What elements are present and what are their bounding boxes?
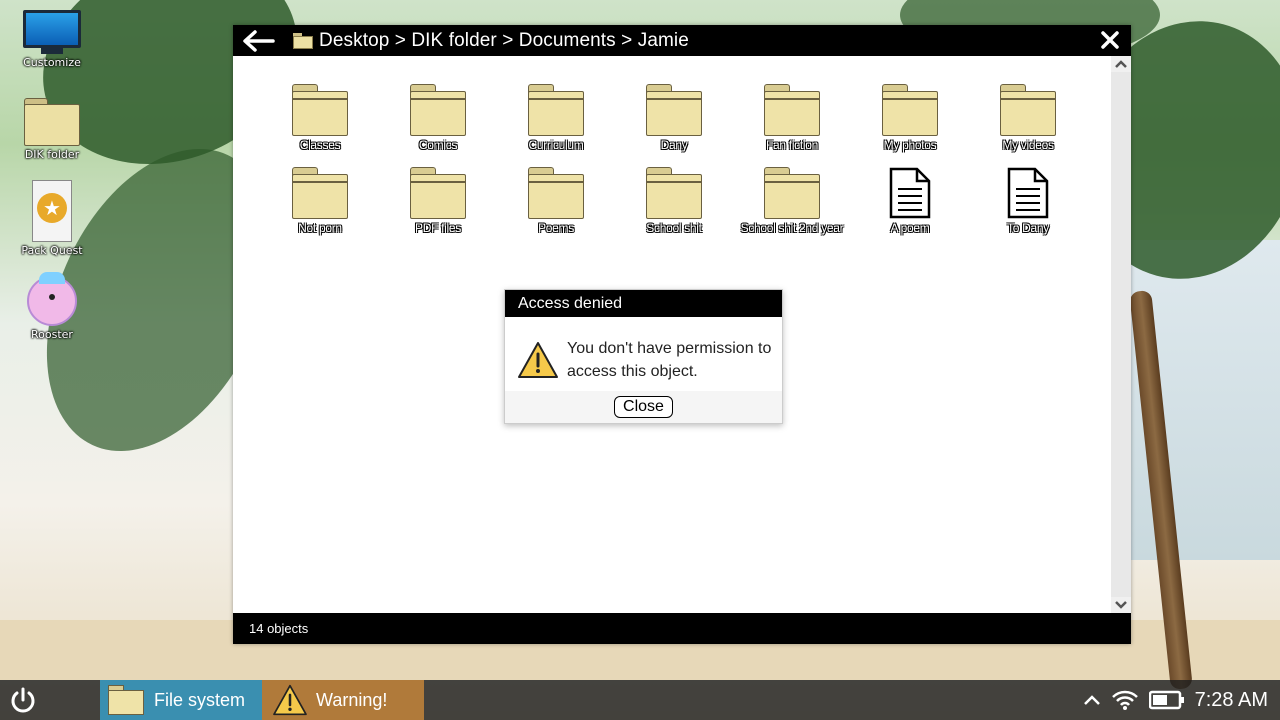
scroll-up-button[interactable]	[1111, 56, 1131, 72]
dialog-title: Access denied	[505, 290, 782, 317]
item-label: Dany	[660, 138, 688, 152]
folder-icon	[293, 32, 313, 49]
folder-item[interactable]: School shit 2nd year	[733, 167, 851, 236]
chevron-down-icon	[1115, 601, 1127, 609]
warning-icon	[273, 684, 307, 716]
desktop-icon-label: Rooster	[31, 328, 73, 341]
item-label: PDF files	[415, 221, 461, 235]
folder-item[interactable]: PDF files	[379, 167, 497, 236]
window-close-button[interactable]	[1097, 27, 1123, 53]
folder-icon	[882, 84, 938, 136]
scroll-down-button[interactable]	[1111, 597, 1131, 613]
file-grid: Classes Comics Curriculum Dany Fan ficti…	[261, 84, 1101, 236]
document-icon	[1007, 167, 1049, 219]
document-icon	[889, 167, 931, 219]
taskbar-item-label: Warning!	[316, 689, 388, 710]
folder-icon	[646, 167, 702, 219]
taskbar: File system Warning! 7:28 AM	[0, 680, 1280, 720]
folder-item[interactable]: Fan fiction	[733, 84, 851, 153]
wifi-icon[interactable]	[1111, 689, 1139, 711]
folder-item[interactable]: Comics	[379, 84, 497, 153]
warning-icon	[518, 342, 558, 378]
folder-icon	[24, 98, 80, 146]
desktop-icon-customize[interactable]: Customize	[8, 10, 96, 69]
chevron-up-icon[interactable]	[1083, 693, 1101, 707]
folder-icon	[646, 84, 702, 136]
folder-icon	[410, 167, 466, 219]
status-bar: 14 objects	[233, 613, 1131, 644]
folder-icon	[410, 84, 466, 136]
folder-icon	[292, 84, 348, 136]
desktop-icon-label: Pack Quest	[21, 244, 83, 257]
power-icon	[11, 687, 35, 713]
folder-icon	[764, 167, 820, 219]
folder-icon	[764, 84, 820, 136]
object-count: 14 objects	[249, 621, 309, 636]
item-label: Poems	[538, 221, 574, 235]
system-tray: 7:28 AM	[1083, 680, 1268, 720]
item-label: Classes	[299, 138, 341, 152]
folder-icon	[292, 167, 348, 219]
item-label: School shit 2nd year	[740, 221, 844, 235]
desktop-icon-rooster[interactable]: Rooster	[8, 272, 96, 341]
folder-icon	[1000, 84, 1056, 136]
breadcrumb: Desktop > DIK folder > Documents > Jamie	[319, 29, 689, 51]
document-item[interactable]: To Dany	[969, 167, 1087, 236]
folder-item[interactable]: My videos	[969, 84, 1087, 153]
clock: 7:28 AM	[1194, 688, 1268, 711]
close-icon	[1101, 31, 1119, 49]
item-label: Comics	[418, 138, 458, 152]
desktop-icon-label: DIK folder	[24, 148, 80, 161]
folder-item[interactable]: Dany	[615, 84, 733, 153]
window-titlebar: Desktop > DIK folder > Documents > Jamie	[233, 25, 1131, 56]
desktop-icon-label: Customize	[23, 56, 81, 69]
dialog-footer: Close	[505, 391, 782, 423]
item-label: A poem	[890, 221, 930, 235]
close-button[interactable]: Close	[614, 396, 673, 418]
document-item[interactable]: A poem	[851, 167, 969, 236]
folder-item[interactable]: Not porn	[261, 167, 379, 236]
folder-item[interactable]: My photos	[851, 84, 969, 153]
folder-item[interactable]: Classes	[261, 84, 379, 153]
taskbar-item-warning[interactable]: Warning!	[262, 680, 424, 720]
battery-icon[interactable]	[1148, 690, 1185, 710]
item-label: My photos	[883, 138, 937, 152]
item-label: Curriculum	[528, 138, 584, 152]
back-button[interactable]	[233, 25, 283, 56]
taskbar-item-file-system[interactable]: File system	[100, 680, 262, 720]
folder-item[interactable]: School shit	[615, 167, 733, 236]
chevron-up-icon	[1115, 60, 1127, 68]
access-denied-dialog: Access denied You don't have permission …	[504, 289, 783, 424]
item-label: To Dany	[1007, 221, 1049, 235]
vertical-scrollbar[interactable]	[1111, 56, 1131, 613]
rooster-icon	[27, 272, 77, 326]
dialog-body: You don't have permission to access this…	[505, 317, 782, 383]
item-label: My videos	[1002, 138, 1054, 152]
folder-icon	[528, 84, 584, 136]
item-label: Fan fiction	[765, 138, 819, 152]
folder-icon	[108, 685, 144, 715]
monitor-icon	[23, 10, 81, 54]
desktop-icon-pack-quest[interactable]: ★ Pack Quest	[8, 180, 96, 257]
pack-quest-icon: ★	[32, 180, 72, 242]
desktop-icon-dik-folder[interactable]: DIK folder	[8, 98, 96, 161]
power-button[interactable]	[0, 680, 46, 720]
item-label: School shit	[646, 221, 702, 235]
folder-icon	[528, 167, 584, 219]
folder-item[interactable]: Poems	[497, 167, 615, 236]
taskbar-item-label: File system	[154, 689, 246, 710]
folder-item[interactable]: Curriculum	[497, 84, 615, 153]
arrow-left-icon	[243, 29, 275, 52]
item-label: Not porn	[298, 221, 342, 235]
dialog-message: You don't have permission to access this…	[567, 340, 772, 380]
